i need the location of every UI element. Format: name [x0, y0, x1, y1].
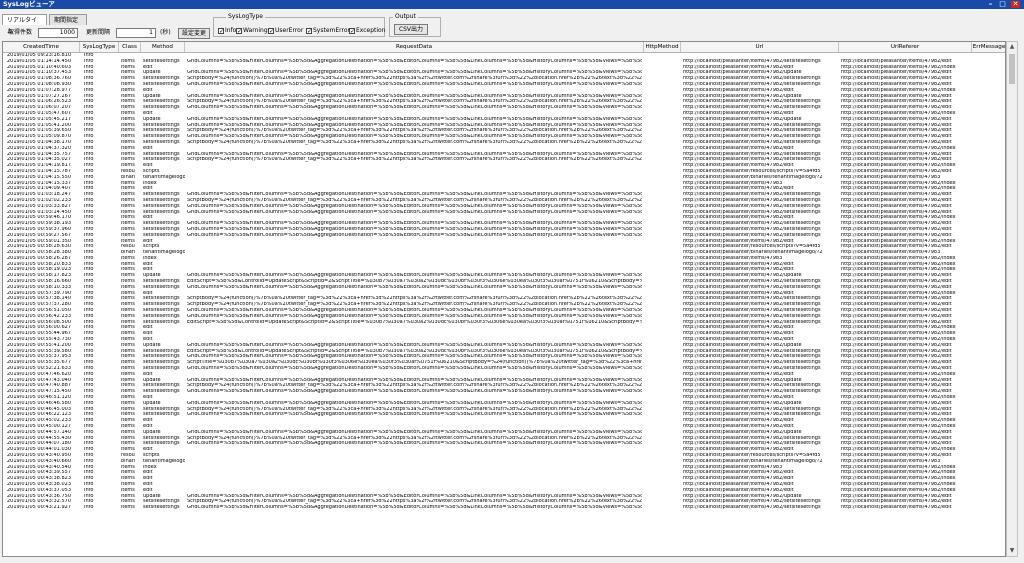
log-grid[interactable]: CreatedTime SysLogType Class Method Requ…	[2, 41, 1006, 557]
checkbox-usererror[interactable]: ✓UserError	[268, 27, 303, 35]
checkbox-warning[interactable]: ✓Warning	[236, 27, 268, 35]
col-header-url[interactable]: Url	[681, 42, 839, 52]
interval-unit: (秒)	[160, 29, 171, 36]
checkbox-usererror-label: UserError	[275, 27, 304, 34]
checkmark-icon: ✓	[268, 28, 275, 35]
checkbox-info[interactable]: ✓Info	[218, 27, 236, 35]
col-header-requestdata[interactable]: RequestData	[185, 42, 644, 52]
col-header-syslogtype[interactable]: SysLogType	[80, 42, 119, 52]
syslogtype-label: SysLogType	[226, 13, 265, 21]
title-bar: SysLogビューア – □ ✕	[0, 0, 1024, 9]
update-interval-label: 更新間隔	[86, 29, 111, 36]
vertical-scrollbar[interactable]: ▲ ▼	[1006, 41, 1018, 557]
cell-method: setsitesettings	[143, 505, 180, 511]
minimize-button[interactable]: –	[986, 1, 995, 8]
col-header-method[interactable]: Method	[141, 42, 185, 52]
close-button[interactable]: ✕	[1011, 1, 1020, 8]
col-header-errmessage[interactable]: ErrMessage	[972, 42, 1005, 52]
col-header-httpmethod[interactable]: HttpMethod	[644, 42, 681, 52]
tab-period[interactable]: 期間指定	[49, 14, 87, 25]
apply-settings-button[interactable]: 設定変更	[178, 28, 210, 39]
scroll-down-icon[interactable]: ▼	[1007, 546, 1017, 556]
checkbox-info-label: Info	[225, 27, 237, 34]
scroll-up-icon[interactable]: ▲	[1007, 42, 1017, 52]
csv-export-button[interactable]: CSV出力	[394, 24, 428, 35]
scroll-thumb[interactable]	[1009, 54, 1015, 84]
checkbox-systemerror-label: SystemError	[313, 27, 350, 34]
cell-time: 2019/01/05 00:43:21.927	[7, 505, 71, 511]
table-row[interactable]: 2019/01/05 00:43:21.927 Info items setsites…	[3, 505, 1005, 511]
checkmark-icon: ✓	[306, 28, 313, 35]
tab-realtime[interactable]: リアルタイム	[2, 14, 47, 35]
checkmark-icon: ✓	[236, 28, 243, 35]
update-interval-input[interactable]: 1	[116, 28, 156, 38]
cell-url: http://localhost/pleasanter/items/47982/…	[683, 505, 821, 511]
fetch-count-label: 取得件数	[8, 29, 33, 36]
checkmark-icon: ✓	[349, 28, 356, 35]
grid-rows: 2019/01/05 09:23:16.810 Info 2019/01/05 01…	[3, 53, 1005, 511]
col-header-createdtime[interactable]: CreatedTime	[3, 42, 80, 52]
checkbox-systemerror[interactable]: ✓SystemError	[306, 27, 350, 35]
maximize-button[interactable]: □	[998, 1, 1007, 8]
checkbox-warning-label: Warning	[243, 27, 268, 34]
cell-ref: http://localhost/pleasanter/items/47982/…	[841, 505, 952, 511]
cell-req: GridColumns=%5b%5d&FilterColumns=%5b%5d&…	[187, 505, 642, 511]
checkbox-exception[interactable]: ✓Exception	[349, 27, 386, 35]
col-header-urlreferer[interactable]: UrlReferer	[839, 42, 972, 52]
output-label: Output	[393, 13, 418, 21]
checkbox-exception-label: Exception	[356, 27, 386, 34]
grid-header: CreatedTime SysLogType Class Method Requ…	[3, 42, 1005, 53]
fetch-count-input[interactable]: 1000	[38, 28, 78, 38]
cell-type: Info	[84, 505, 94, 511]
checkmark-icon: ✓	[218, 28, 225, 35]
window-title: SysLogビューア	[3, 0, 55, 8]
col-header-class[interactable]: Class	[119, 42, 141, 52]
cell-cls: items	[121, 505, 135, 511]
